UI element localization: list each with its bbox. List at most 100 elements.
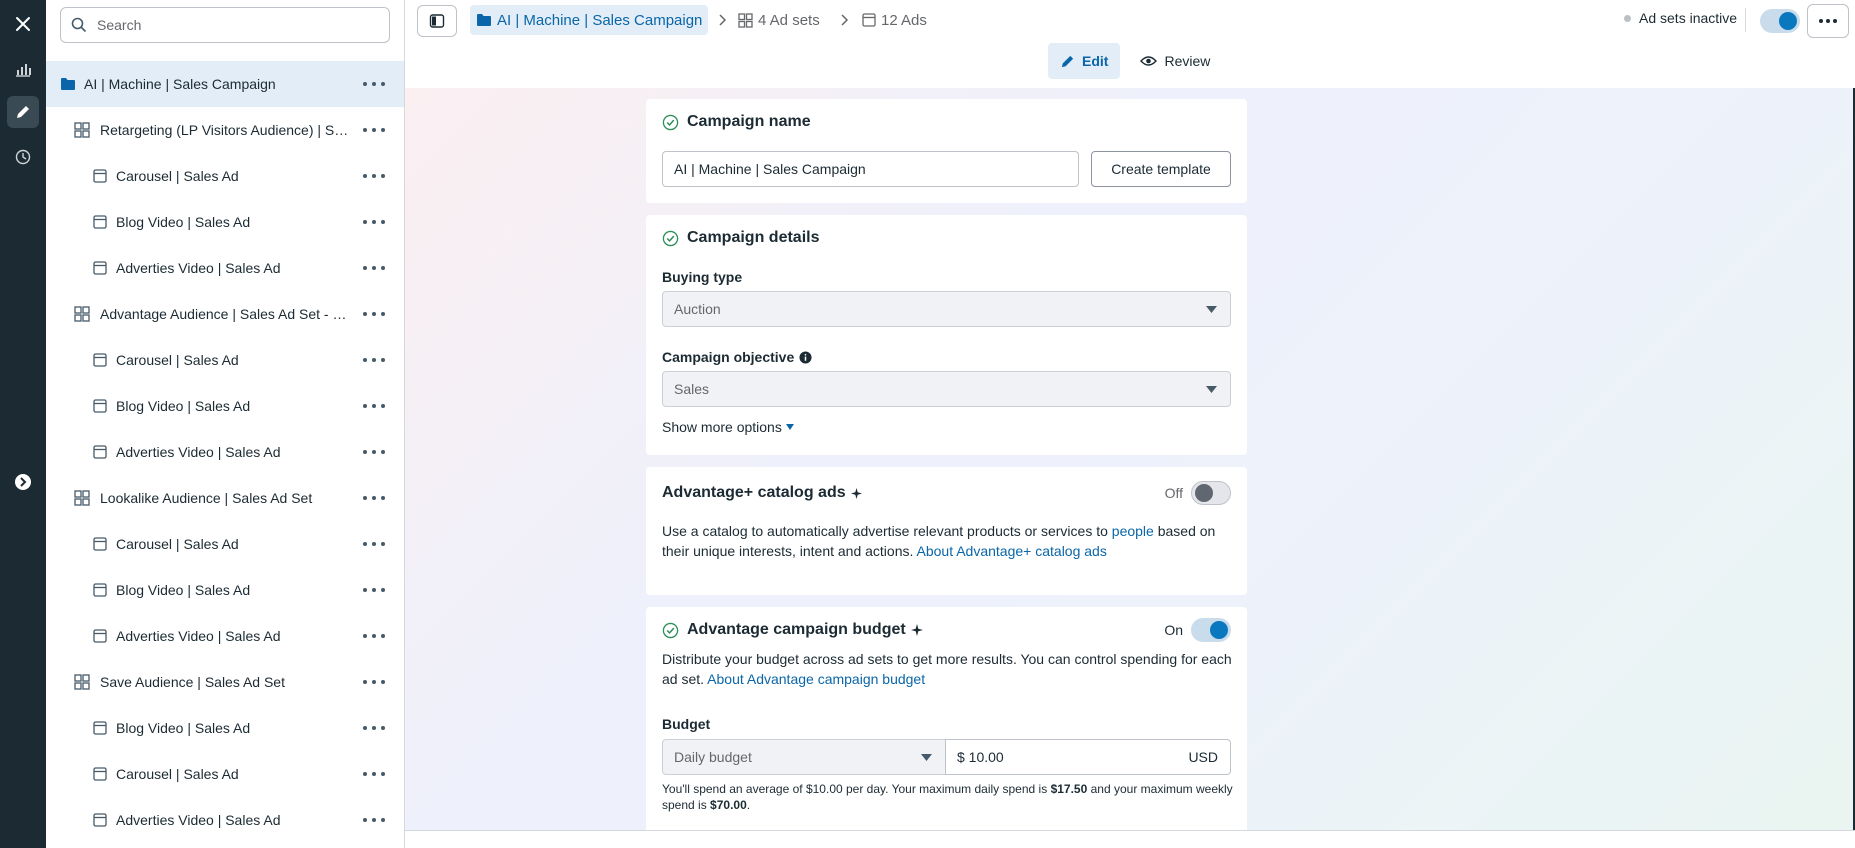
more-icon[interactable] (363, 811, 385, 829)
more-icon[interactable] (363, 351, 385, 369)
tree-item-ad[interactable]: Adverties Video | Sales Ad (46, 797, 404, 843)
create-template-button[interactable]: Create template (1091, 151, 1231, 187)
ad-icon (93, 261, 107, 275)
more-icon[interactable] (363, 213, 385, 231)
campaign-budget-toggle[interactable] (1191, 618, 1231, 642)
tree-item-ad[interactable]: Blog Video | Sales Ad (46, 383, 404, 429)
tree-item-label: AI | Machine | Sales Campaign (84, 76, 276, 92)
campaign-budget-description: Distribute your budget across ad sets to… (662, 651, 1232, 687)
breadcrumb-ads[interactable]: 12 Ads (862, 5, 927, 35)
sparkle-icon (850, 487, 862, 499)
tree-item-ad[interactable]: Carousel | Sales Ad (46, 153, 404, 199)
bottom-bar (405, 830, 1855, 848)
budget-type-select[interactable]: Daily budget (662, 739, 946, 775)
tree-item-label: Carousel | Sales Ad (116, 168, 239, 184)
tree-item-ad[interactable]: Adverties Video | Sales Ad (46, 613, 404, 659)
close-icon[interactable] (7, 8, 39, 40)
ad-icon (93, 353, 107, 367)
more-icon[interactable] (363, 719, 385, 737)
search-input[interactable] (97, 17, 377, 33)
budget-amount-input[interactable]: $ 10.00 USD (945, 739, 1231, 775)
buying-type-label: Buying type (662, 269, 743, 285)
eye-icon (1140, 56, 1158, 66)
tree-item-label: Blog Video | Sales Ad (116, 582, 251, 598)
tree-item-label: Save Audience | Sales Ad Set (100, 674, 285, 690)
people-link[interactable]: people (1112, 523, 1154, 539)
about-catalog-ads-link[interactable]: About Advantage+ catalog ads (917, 543, 1107, 559)
more-options-button[interactable] (1807, 4, 1849, 38)
tab-review[interactable]: Review (1128, 43, 1222, 79)
buying-type-select[interactable]: Auction (662, 291, 1231, 327)
breadcrumb-adsets[interactable]: 4 Ad sets (738, 5, 820, 35)
more-icon[interactable] (363, 167, 385, 185)
campaign-objective-select[interactable]: Sales (662, 371, 1231, 407)
tree-item-label: Retargeting (LP Visitors Audience) | Sal… (100, 122, 352, 138)
tree-item-ad[interactable]: Blog Video | Sales Ad (46, 705, 404, 751)
tree-item-ad[interactable]: Blog Video | Sales Ad (46, 567, 404, 613)
about-campaign-budget-link[interactable]: About Advantage campaign budget (707, 671, 925, 687)
tree-item-label: Adverties Video | Sales Ad (116, 444, 281, 460)
ad-icon (93, 721, 107, 735)
tree-item-ad[interactable]: Carousel | Sales Ad (46, 337, 404, 383)
folder-icon (477, 14, 491, 26)
tree-item-label: Blog Video | Sales Ad (116, 720, 251, 736)
more-icon[interactable] (363, 121, 385, 139)
edit-pencil-icon[interactable] (7, 96, 39, 128)
expand-arrow-icon[interactable] (7, 466, 39, 498)
folder-icon (60, 77, 76, 91)
tree-item-adset[interactable]: Retargeting (LP Visitors Audience) | Sal… (46, 107, 404, 153)
more-icon[interactable] (363, 397, 385, 415)
catalog-ads-title: Advantage+ catalog ads (662, 484, 870, 502)
grid-icon (74, 306, 90, 322)
more-icon[interactable] (363, 443, 385, 461)
tree-item-campaign[interactable]: AI | Machine | Sales Campaign (46, 61, 404, 107)
panel-icon (429, 14, 445, 28)
tree-item-label: Lookalike Audience | Sales Ad Set (100, 490, 313, 506)
chart-icon[interactable] (7, 53, 39, 85)
more-icon[interactable] (363, 535, 385, 553)
ad-icon (93, 767, 107, 781)
tree-item-ad[interactable]: Adverties Video | Sales Ad (46, 245, 404, 291)
ad-icon (93, 445, 107, 459)
more-icon[interactable] (363, 627, 385, 645)
tree-item-ad[interactable]: Carousel | Sales Ad (46, 751, 404, 797)
show-more-options-link[interactable]: Show more options (662, 417, 794, 437)
tree-item-label: Carousel | Sales Ad (116, 536, 239, 552)
divider (1745, 8, 1746, 32)
main-area: AI | Machine | Sales Campaign 4 Ad sets … (405, 0, 1855, 848)
breadcrumb-campaign[interactable]: AI | Machine | Sales Campaign (470, 5, 709, 35)
more-icon[interactable] (363, 673, 385, 691)
pencil-icon (1061, 55, 1074, 67)
chevron-right-icon (841, 14, 849, 26)
tree-item-label: Adverties Video | Sales Ad (116, 812, 281, 828)
tree-item-adset[interactable]: Lookalike Audience | Sales Ad Set (46, 475, 404, 521)
catalog-ads-toggle[interactable] (1191, 481, 1231, 505)
tree-item-adset[interactable]: Advantage Audience | Sales Ad Set - C... (46, 291, 404, 337)
tab-edit[interactable]: Edit (1048, 43, 1121, 79)
tree-item-label: Adverties Video | Sales Ad (116, 260, 281, 276)
chevron-right-icon (719, 14, 727, 26)
tree-item-ad[interactable]: Adverties Video | Sales Ad (46, 429, 404, 475)
more-icon[interactable] (363, 259, 385, 277)
catalog-ads-description: Use a catalog to automatically advertise… (662, 523, 1216, 559)
editor-canvas: Campaign name AI | Machine | Sales Campa… (405, 88, 1853, 830)
more-icon[interactable] (363, 581, 385, 599)
more-icon[interactable] (363, 765, 385, 783)
ad-icon (93, 813, 107, 827)
tree-item-ad[interactable]: Blog Video | Sales Ad (46, 199, 404, 245)
campaign-active-toggle[interactable] (1760, 9, 1800, 33)
sparkle-icon (910, 624, 923, 636)
info-icon[interactable] (799, 350, 812, 364)
search-box[interactable] (60, 7, 390, 43)
top-bar: AI | Machine | Sales Campaign 4 Ad sets … (405, 0, 1855, 88)
tree-item-ad[interactable]: Carousel | Sales Ad (46, 521, 404, 567)
ad-icon (93, 215, 107, 229)
more-icon[interactable] (363, 305, 385, 323)
campaign-name-input[interactable]: AI | Machine | Sales Campaign (662, 151, 1079, 187)
toggle-panel-button[interactable] (417, 5, 457, 37)
more-icon[interactable] (363, 489, 385, 507)
tree-item-adset[interactable]: Save Audience | Sales Ad Set (46, 659, 404, 705)
clock-icon[interactable] (7, 141, 39, 173)
more-icon[interactable] (363, 75, 385, 93)
caret-down-icon (1206, 306, 1217, 313)
